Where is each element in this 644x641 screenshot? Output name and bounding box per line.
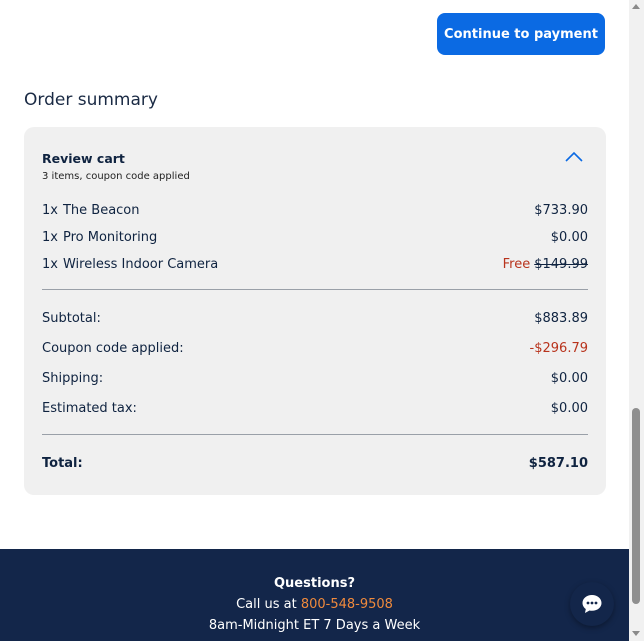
subtotal-row: Subtotal: $883.89 — [42, 309, 588, 327]
phone-link[interactable]: 800-548-9508 — [301, 597, 393, 612]
order-summary-title: Order summary — [24, 90, 158, 110]
coupon-row: Coupon code applied: -$296.79 — [42, 339, 588, 357]
review-cart-subtitle: 3 items, coupon code applied — [42, 171, 190, 182]
cart-item: 1x Wireless Indoor Camera Free $149.99 — [42, 255, 588, 273]
continue-to-payment-button[interactable]: Continue to payment — [437, 13, 605, 55]
order-summary-card: Review cart 3 items, coupon code applied… — [24, 127, 606, 495]
scroll-down-arrow-icon[interactable] — [632, 631, 640, 636]
cart-item: 1x Pro Monitoring $0.00 — [42, 228, 588, 246]
chevron-up-icon[interactable] — [564, 149, 584, 163]
item-qty: 1x — [42, 202, 58, 218]
item-price: $733.90 — [534, 202, 588, 218]
chat-button[interactable] — [570, 582, 614, 626]
item-qty: 1x — [42, 229, 58, 245]
support-hours: 8am-Midnight ET 7 Days a Week — [208, 618, 421, 633]
tax-value: $0.00 — [550, 400, 588, 416]
divider — [42, 289, 588, 290]
cart-item: 1x The Beacon $733.90 — [42, 201, 588, 219]
total-label: Total: — [42, 455, 83, 471]
free-label: Free — [502, 256, 531, 272]
item-name: Pro Monitoring — [62, 229, 158, 245]
item-price: $0.00 — [550, 229, 588, 245]
item-name: The Beacon — [62, 202, 140, 218]
item-qty: 1x — [42, 256, 58, 272]
shipping-row: Shipping: $0.00 — [42, 369, 588, 387]
call-prefix: Call us at — [236, 597, 301, 612]
subtotal-value: $883.89 — [534, 310, 588, 326]
questions-heading: Questions? — [274, 576, 355, 591]
coupon-label: Coupon code applied: — [42, 340, 184, 356]
total-row: Total: $587.10 — [42, 454, 588, 472]
scrollbar-thumb[interactable] — [632, 408, 640, 604]
subtotal-label: Subtotal: — [42, 310, 101, 326]
coupon-value: -$296.79 — [529, 340, 588, 356]
total-value: $587.10 — [528, 455, 588, 471]
shipping-value: $0.00 — [550, 370, 588, 386]
tax-label: Estimated tax: — [42, 400, 137, 416]
review-cart-title: Review cart — [42, 151, 125, 166]
chat-bubble-icon — [582, 595, 602, 613]
tax-row: Estimated tax: $0.00 — [42, 399, 588, 417]
divider — [42, 434, 588, 435]
shipping-label: Shipping: — [42, 370, 104, 386]
call-line: Call us at 800-548-9508 — [0, 597, 629, 612]
support-footer: Questions? Call us at 800-548-9508 8am-M… — [0, 549, 629, 641]
scroll-up-arrow-icon[interactable] — [632, 4, 640, 9]
item-name: Wireless Indoor Camera — [62, 256, 219, 272]
original-price: $149.99 — [534, 256, 588, 272]
